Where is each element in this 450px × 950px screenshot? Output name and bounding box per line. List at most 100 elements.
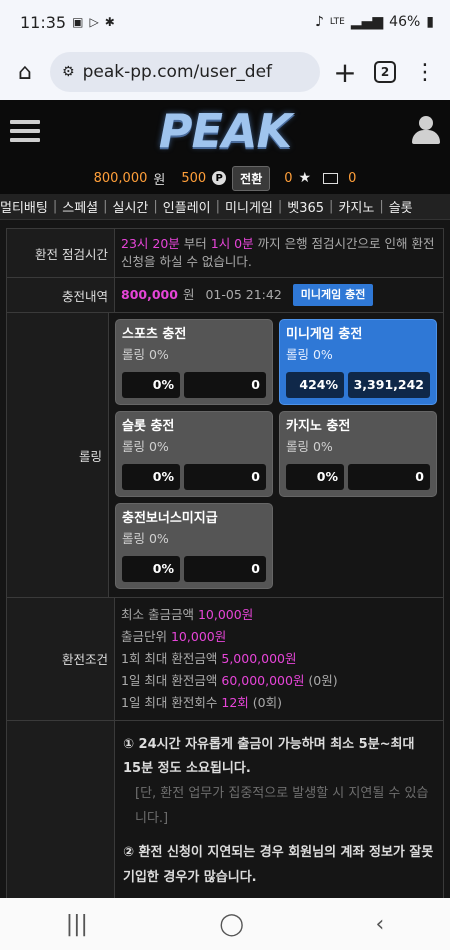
conditions-row: 환전조건 최소 출금금액 10,000원 출금단위 10,000원 1회 최대 … xyxy=(7,598,443,721)
money-balance: 800,000 xyxy=(93,170,148,186)
maintenance-text-1: 부터 xyxy=(179,236,211,251)
charge-amount: 800,000 xyxy=(121,287,178,303)
maintenance-text: 23시 20분 부터 1시 0분 까지 은행 점검시간으로 인해 환전신청을 하… xyxy=(115,229,443,277)
gallery-icon: ▣ xyxy=(72,15,84,29)
point-icon: P xyxy=(212,171,227,185)
nav-item-live[interactable]: 실시간 xyxy=(108,197,154,216)
charge-history-label: 충전내역 xyxy=(7,278,115,313)
rolling-card-percent: 0% xyxy=(122,556,180,583)
rolling-card-title: 충전보너스미지급 xyxy=(122,511,218,527)
nav-item-bet365[interactable]: 벳365 xyxy=(282,197,329,216)
condition-value: 10,000원 xyxy=(197,607,254,623)
more-menu-icon[interactable]: ⋮ xyxy=(410,57,440,87)
url-text: peak-pp.com/user_def xyxy=(82,62,273,82)
battery-text: 46% xyxy=(389,14,421,30)
condition-value: 60,000,000원 xyxy=(221,672,305,688)
condition-suffix: (0원) xyxy=(304,672,338,688)
address-bar[interactable]: ⚙ peak-pp.com/user_def xyxy=(50,52,320,92)
charge-date: 01-05 21:42 xyxy=(205,287,282,303)
network-label: LTE xyxy=(329,17,345,27)
mute-icon: ♪ xyxy=(314,14,324,30)
rolling-card-amount: 0 xyxy=(184,464,266,491)
rolling-grid: 스포츠 충전 롤링 0% 0% 0 미니게임 충전 롤링 0% 424% 3,391… xyxy=(115,315,437,593)
rolling-card-rate: 롤링 0% xyxy=(286,347,333,363)
nav-item-special[interactable]: 스페셜 xyxy=(57,197,103,216)
rolling-card-minigame[interactable]: 미니게임 충전 롤링 0% 424% 3,391,242 xyxy=(279,319,437,406)
minigame-charge-button[interactable]: 미니게임 충전 xyxy=(292,284,374,307)
nav-item-minigame[interactable]: 미니게임 xyxy=(220,197,278,216)
notice-paragraph-2: ② 환전 신청이 지연되는 경우 회원님의 계좌 정보가 잘못 기입한 경우가 … xyxy=(123,845,434,885)
rolling-card-amount: 3,391,242 xyxy=(348,372,430,399)
rolling-card-rate: 롤링 0% xyxy=(122,347,169,363)
star-count: 0 xyxy=(284,170,293,186)
tab-count: 2 xyxy=(374,61,396,83)
site-settings-icon[interactable]: ⚙ xyxy=(62,64,75,80)
rolling-card-title: 스포츠 충전 xyxy=(122,327,187,343)
rolling-card-title: 미니게임 충전 xyxy=(286,327,363,343)
status-notification-icons: ▣ ▷ ✱ xyxy=(72,15,115,29)
nav-item-slot[interactable]: 슬롯 xyxy=(384,197,418,216)
recent-apps-icon[interactable]: ||| xyxy=(66,912,88,937)
site-logo[interactable]: PEAK xyxy=(159,104,292,158)
rolling-card-amount: 0 xyxy=(184,556,266,583)
rolling-card-amount: 0 xyxy=(184,372,266,399)
maintenance-label: 환전 점검시간 xyxy=(7,229,115,278)
charge-history-row: 충전내역 800,000 원 01-05 21:42 미니게임 충전 xyxy=(7,278,443,314)
withdraw-content: 환전 점검시간 23시 20분 부터 1시 0분 까지 은행 점검시간으로 인해… xyxy=(0,220,450,904)
rolling-card-bonus-none[interactable]: 충전보너스미지급 롤링 0% 0% 0 xyxy=(115,503,273,590)
maintenance-start: 23시 20분 xyxy=(121,236,180,251)
home-button-icon[interactable]: ◯ xyxy=(219,912,244,937)
point-switch-button[interactable]: 전환 xyxy=(232,165,271,191)
condition-line: 1회 최대 환전금액 5,000,000원 xyxy=(121,648,437,670)
tab-switcher-button[interactable]: 2 xyxy=(370,57,400,87)
hamburger-menu-icon[interactable] xyxy=(10,120,40,142)
nav-item-casino[interactable]: 카지노 xyxy=(333,197,379,216)
condition-text: 1회 최대 환전금액 xyxy=(121,650,222,666)
rolling-card-rate: 롤링 0% xyxy=(122,531,169,547)
rolling-card-percent: 0% xyxy=(122,464,180,491)
conditions-value: 최소 출금금액 10,000원 출금단위 10,000원 1회 최대 환전금액 … xyxy=(115,598,443,719)
point-balance: 500 xyxy=(181,170,207,186)
user-profile-icon[interactable] xyxy=(412,116,440,146)
status-time: 11:35 xyxy=(20,12,67,32)
rolling-card-slot[interactable]: 슬롯 충전 롤링 0% 0% 0 xyxy=(115,411,273,498)
star-icon[interactable]: ★ xyxy=(299,170,312,186)
conditions-label: 환전조건 xyxy=(7,598,115,720)
mail-icon[interactable] xyxy=(323,172,339,184)
rolling-card-amount: 0 xyxy=(348,464,430,491)
site-header: PEAK 800,000 원 500 P 전환 0 ★ 0 멀티배팅 | 스페셜 |… xyxy=(0,100,450,220)
new-tab-icon[interactable]: + xyxy=(330,56,360,89)
notice-label xyxy=(7,720,115,903)
rolling-label: 롤링 xyxy=(7,313,109,598)
back-icon[interactable]: ‹ xyxy=(375,912,384,937)
balance-bar: 800,000 원 500 P 전환 0 ★ 0 xyxy=(0,162,450,194)
condition-text: 출금단위 xyxy=(121,629,171,645)
rolling-card-sports[interactable]: 스포츠 충전 롤링 0% 0% 0 xyxy=(115,319,273,406)
notice-row: ① 24시간 자유롭게 출금이 가능하며 최소 5분~최대 15분 정도 소요됩… xyxy=(7,720,443,903)
condition-line: 출금단위 10,000원 xyxy=(121,626,437,648)
nav-item-inplay[interactable]: 인플레이 xyxy=(158,197,216,216)
withdraw-table: 환전 점검시간 23시 20분 부터 1시 0분 까지 은행 점검시간으로 인해… xyxy=(6,228,444,904)
main-nav: 멀티배팅 | 스페셜 | 실시간 | 인플레이 | 미니게임 | 벳365 | 카지노 | 슬… xyxy=(0,194,450,220)
nav-item-multi[interactable]: 멀티배팅 xyxy=(0,197,53,216)
condition-line: 1일 최대 환전회수 12회 (0회) xyxy=(121,692,437,714)
notice-text: ① 24시간 자유롭게 출금이 가능하며 최소 5분~최대 15분 정도 소요됩… xyxy=(115,721,443,903)
play-icon: ▷ xyxy=(89,15,99,29)
system-nav-bar: ||| ◯ ‹ xyxy=(0,898,450,950)
rolling-card-percent: 0% xyxy=(122,372,180,399)
signal-icon: ▂▄▆ xyxy=(350,14,384,30)
rolling-card-casino[interactable]: 카지노 충전 롤링 0% 0% 0 xyxy=(279,411,437,498)
rolling-card-percent: 424% xyxy=(286,372,344,399)
home-icon[interactable]: ⌂ xyxy=(10,57,40,87)
condition-text: 1일 최대 환전회수 xyxy=(121,694,222,710)
browser-toolbar: ⌂ ⚙ peak-pp.com/user_def + 2 ⋮ xyxy=(0,44,450,100)
maintenance-end: 1시 0분 xyxy=(210,236,254,251)
rolling-value: 스포츠 충전 롤링 0% 0% 0 미니게임 충전 롤링 0% 424% 3,391… xyxy=(109,313,443,597)
rolling-card-title: 카지노 충전 xyxy=(286,419,351,435)
notice-paragraph-1-note: [단, 환전 업무가 집중적으로 발생할 시 지연될 수 있습니다.] xyxy=(135,785,429,826)
rolling-row: 롤링 스포츠 충전 롤링 0% 0% 0 미니게임 충전 롤링 0% 424% 3,… xyxy=(7,313,443,599)
condition-value: 10,000원 xyxy=(170,629,227,645)
message-count: 0 xyxy=(348,170,357,186)
status-bar: 11:35 ▣ ▷ ✱ ♪ LTE ▂▄▆ 46% ▮ xyxy=(0,0,450,44)
rolling-card-percent: 0% xyxy=(286,464,344,491)
